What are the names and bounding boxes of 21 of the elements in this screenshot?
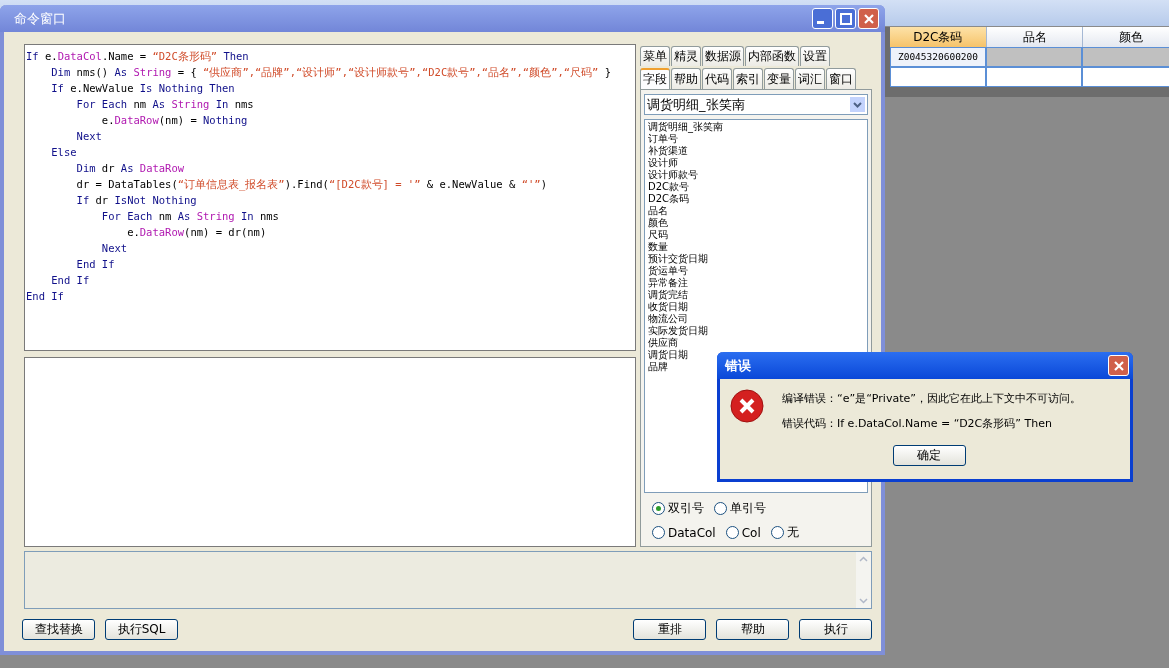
code-line: Dim nms() As String = { “供应商”,“品牌”,“设计师”,“设计师款号”,“D2C款号”,“品名”,“颜色”,“尺码” } [50,65,613,80]
code-line: End If [50,273,91,288]
code-line: e.DataRow(nm) = Nothing [100,113,249,128]
code-line: If e.NewValue Is Nothing Then [50,81,236,96]
code-line: If e.DataCol.Name = “D2C条形码” Then [26,49,250,64]
code-line: dr = DataTables(“订单信息表_报名表”).Find(“[D2C款号] = '” & e.NewValue & “'”) [75,177,548,192]
code-line: Else [50,145,78,160]
dialog-title: 错误 [725,356,751,375]
error-message: 编译错误：“e”是“Private”，因此它在此上下文中不可访问。 [782,391,1081,406]
code-line: For Each nm As String In nms [75,97,255,112]
code-line: End If [75,257,116,272]
code-line: Next [75,129,103,144]
code-line: End If [26,289,65,304]
code-line: For Each nm As String In nms [100,209,280,224]
window-title: 命令窗口 [14,9,66,28]
table-cell: Z0045320600200 [890,47,986,67]
error-code: 错误代码：If e.DataCol.Name = “D2C条形码” Then [782,416,1053,431]
code-line: Dim dr As DataRow [75,161,186,176]
code-line: e.DataRow(nm) = dr(nm) [126,225,268,240]
code-line: If dr IsNot Nothing [75,193,198,208]
code-line: Next [100,241,129,256]
